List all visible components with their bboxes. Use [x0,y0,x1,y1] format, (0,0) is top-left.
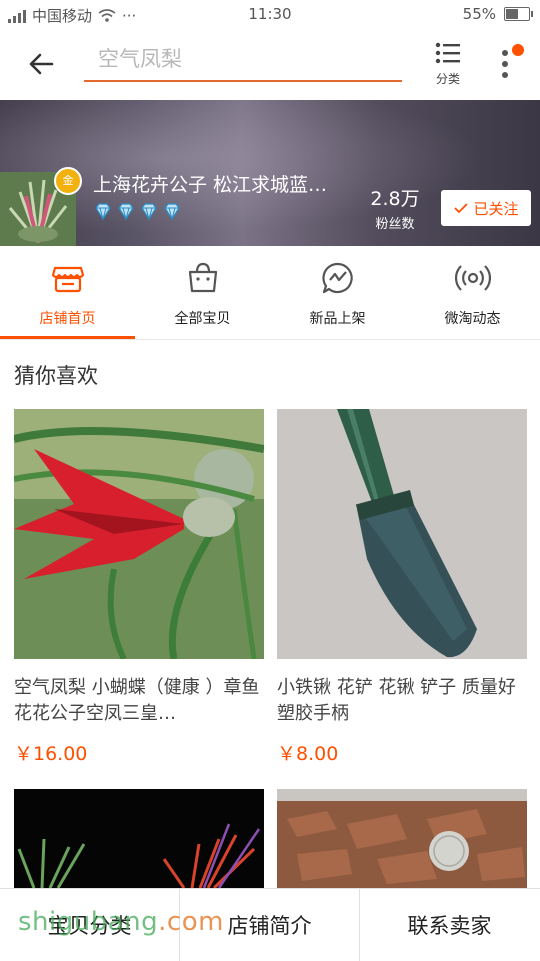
broadcast-icon [454,265,491,291]
diamond-icon [118,203,134,221]
air-plant-black-photo [14,789,264,888]
battery-percent: 55% [462,5,496,23]
tab-new-arrivals[interactable]: 新品上架 [270,246,405,339]
fans-count-block: 2.8万 粉丝数 [365,184,425,232]
tab-label: 全部宝贝 [174,311,231,327]
product-card[interactable]: 空气凤梨 小蝴蝶（健康 ）章鱼 花花公子空凤三皇… ￥16.00 [14,409,264,766]
shop-tabs: 店铺首页 全部宝贝 新品上架 微淘动态 [0,246,540,340]
active-tab-underline [0,336,135,339]
bottom-bar: 宝贝分类 店铺简介 联系卖家 [0,888,540,961]
product-card[interactable]: 小铁锹 花铲 花锹 铲子 质量好 塑胶手柄 ￥8.00 [277,409,527,766]
product-image[interactable] [14,409,264,659]
product-card[interactable] [14,789,264,888]
search-box[interactable] [84,40,402,82]
contact-seller-button[interactable]: 联系卖家 [359,889,539,961]
tab-label: 店铺首页 [39,311,96,327]
diamond-icon [164,203,180,221]
product-image[interactable] [277,789,527,888]
tab-all-items[interactable]: 全部宝贝 [135,246,270,339]
bag-icon [188,262,217,293]
category-button[interactable]: 分类 [428,42,468,88]
shop-icon [51,266,84,293]
status-time: 11:30 [248,5,292,23]
more-dot [502,61,508,67]
bark-mulch-photo [277,789,527,888]
diamond-icon [141,203,157,221]
back-arrow-icon[interactable] [24,46,60,82]
shop-intro-button[interactable]: 店铺简介 [179,889,359,961]
new-icon [321,262,353,294]
product-price: ￥16.00 [14,743,88,765]
product-card[interactable] [277,789,527,888]
gold-crown-icon: 金 [54,167,82,195]
status-bar: 中国移动 ··· 11:30 55% [0,0,540,28]
recommend-section: 猜你喜欢 空气凤梨 小蝴蝶（健康 ）章鱼 花花公子空凤三皇… ￥16.00 小铁… [0,340,540,888]
status-right: 55% [462,5,533,23]
check-icon [454,203,469,214]
product-price: ￥8.00 [277,743,339,765]
item-categories-button[interactable]: 宝贝分类 [0,889,179,961]
tab-shop-home[interactable]: 店铺首页 [0,246,135,339]
diamond-icon [95,203,111,221]
more-dots-icon [502,50,508,56]
follow-button[interactable]: 已关注 [441,190,531,226]
tab-label: 新品上架 [309,311,366,327]
section-title: 猜你喜欢 [14,364,98,388]
more-dot [502,72,508,78]
search-input[interactable] [84,40,398,78]
shop-rating-diamonds [93,201,182,221]
trowel-photo [277,409,527,659]
product-image[interactable] [14,789,264,888]
shop-name: 上海花卉公子 松江求城蓝… [93,174,328,196]
list-icon [435,42,460,64]
tab-label: 微淘动态 [444,311,501,327]
product-title[interactable]: 空气凤梨 小蝴蝶（健康 ）章鱼 花花公子空凤三皇… [14,675,264,727]
battery-icon [504,7,533,21]
top-bar: 分类 [0,28,540,101]
follow-label: 已关注 [473,199,519,218]
fans-count: 2.8万 [370,188,420,210]
product-image[interactable] [277,409,527,659]
shop-banner: 金 上海花卉公子 松江求城蓝… 2.8万 粉丝数 已关注 [0,100,540,246]
notification-badge [512,44,524,56]
air-plant-photo [14,409,264,659]
tab-weitao-feed[interactable]: 微淘动态 [405,246,540,339]
product-title[interactable]: 小铁锹 花铲 花锹 铲子 质量好 塑胶手柄 [277,675,527,727]
fans-label: 粉丝数 [375,217,415,232]
category-label: 分类 [435,72,460,86]
more-menu-button[interactable] [492,42,532,88]
